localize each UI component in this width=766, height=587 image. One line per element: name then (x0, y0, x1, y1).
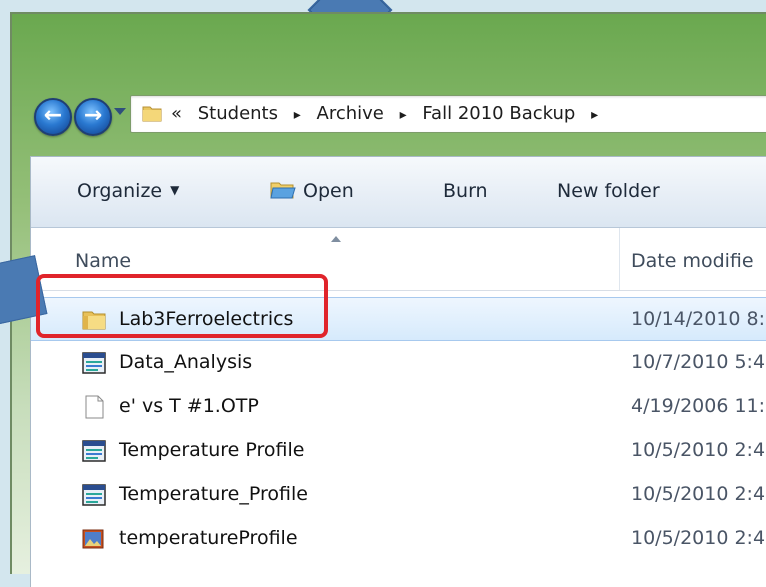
file-date: 10/7/2010 5:4 (631, 351, 766, 373)
sort-ascending-icon (331, 236, 341, 242)
new-folder-button[interactable]: New folder (557, 180, 660, 202)
address-bar[interactable]: « Students ▸ Archive ▸ Fall 2010 Backup … (130, 95, 766, 133)
organize-label: Organize (77, 180, 163, 202)
organize-menu-button[interactable]: Organize ▼ (77, 180, 179, 202)
file-name: e' vs T #1.OTP (119, 395, 259, 417)
chevron-down-icon: ▼ (170, 183, 180, 197)
open-label: Open (303, 180, 354, 202)
burn-button[interactable]: Burn (443, 180, 488, 202)
breadcrumb-students[interactable]: Students (198, 103, 278, 124)
breadcrumb-archive[interactable]: Archive (317, 103, 384, 124)
app-window-icon (82, 440, 106, 462)
file-name: temperatureProfile (119, 527, 298, 549)
app-window-icon (82, 484, 106, 506)
file-row-e-vs-t[interactable]: e' vs T #1.OTP 4/19/2006 11: (31, 385, 766, 429)
file-row-data-analysis[interactable]: Data_Analysis 10/7/2010 5:4 (31, 341, 766, 385)
forward-button[interactable]: → (74, 98, 112, 136)
column-header-date-modified[interactable]: Date modifie (631, 250, 754, 272)
image-file-icon (82, 529, 104, 549)
file-name: Temperature Profile (119, 439, 305, 461)
file-date: 10/5/2010 2:4 (631, 527, 766, 549)
navigation-bar: ← → « Students ▸ Archive ▸ Fall 2010 Bac… (32, 92, 766, 138)
file-row-temperature-profile-underscore[interactable]: Temperature_Profile 10/5/2010 2:4 (31, 473, 766, 517)
column-header-name[interactable]: Name (75, 250, 131, 272)
back-button[interactable]: ← (34, 98, 72, 136)
open-button[interactable]: Open (269, 180, 354, 202)
breadcrumb-separator-icon[interactable]: ▸ (400, 107, 407, 123)
file-row-temperatureprofile[interactable]: temperatureProfile 10/5/2010 2:4 (31, 517, 766, 561)
command-toolbar: Organize ▼ Open Burn New folder (31, 157, 766, 228)
app-window-icon (82, 352, 106, 374)
breadcrumb-separator-icon[interactable]: ▸ (591, 107, 598, 123)
address-overflow-chevron[interactable]: « (171, 103, 182, 124)
file-name: Temperature_Profile (119, 483, 308, 505)
file-date: 10/14/2010 8: (631, 308, 766, 330)
breadcrumb-fall-2010-backup[interactable]: Fall 2010 Backup (422, 103, 575, 124)
open-folder-icon (270, 182, 296, 199)
file-pane: Organize ▼ Open Burn New folder Name Date… (30, 156, 766, 587)
breadcrumb-separator-icon[interactable]: ▸ (294, 107, 301, 123)
file-date: 10/5/2010 2:4 (631, 483, 766, 505)
file-date: 10/5/2010 2:4 (631, 439, 766, 461)
recent-pages-dropdown[interactable] (114, 108, 126, 115)
file-name: Data_Analysis (119, 351, 253, 373)
column-divider[interactable] (619, 228, 620, 290)
folder-icon (142, 106, 162, 122)
highlight-box (36, 274, 328, 338)
file-row-temperature-profile[interactable]: Temperature Profile 10/5/2010 2:4 (31, 429, 766, 473)
file-date: 4/19/2006 11: (631, 395, 766, 417)
blank-file-icon (85, 395, 104, 419)
